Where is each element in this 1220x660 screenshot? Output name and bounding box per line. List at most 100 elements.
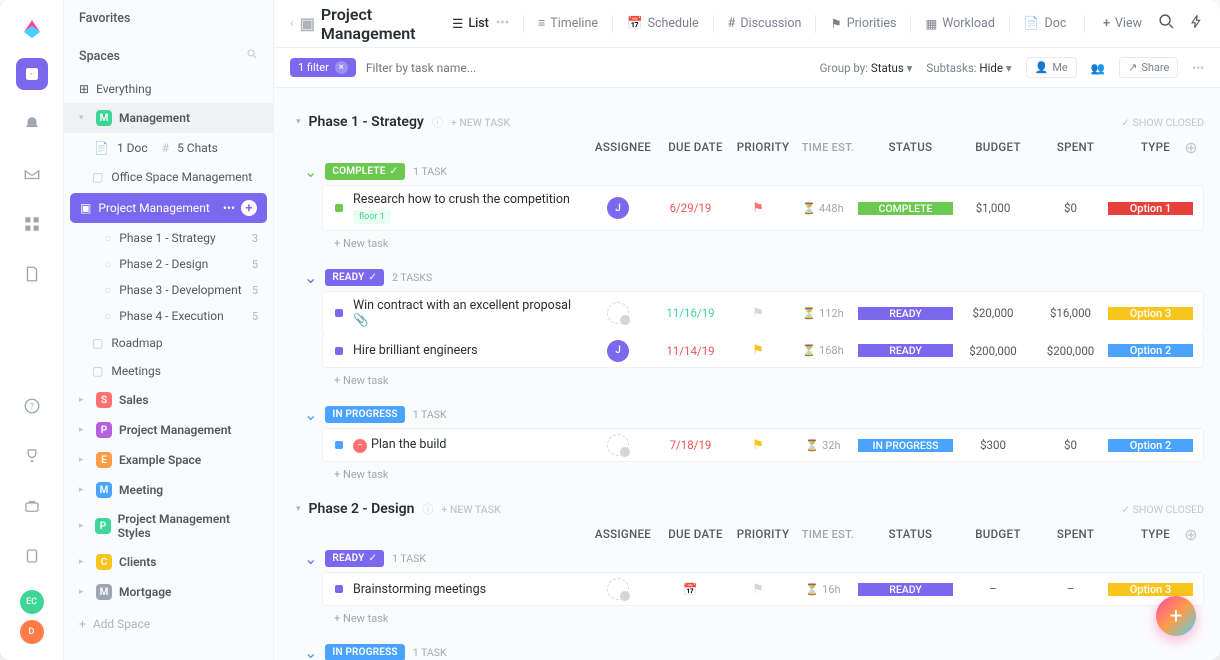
view-tab-workload[interactable]: ▦ Workload: [915, 10, 1004, 38]
status-cell[interactable]: READY: [858, 307, 953, 320]
space-row[interactable]: ▸ C Clients: [64, 547, 273, 577]
new-task-link[interactable]: + NEW TASK: [441, 503, 500, 516]
time-estimate[interactable]: ⏳ 32h: [788, 439, 858, 452]
time-estimate[interactable]: ⏳ 16h: [788, 583, 858, 596]
assignees-icon[interactable]: 👥: [1091, 61, 1105, 75]
add-space-button[interactable]: + Add Space: [64, 607, 273, 641]
collapse-group-icon[interactable]: ⌄: [304, 405, 317, 424]
view-tab-timeline[interactable]: ≡ Timeline: [528, 10, 608, 37]
plus-icon[interactable]: +: [241, 200, 257, 216]
add-column-icon[interactable]: ⊕: [1184, 525, 1198, 544]
new-task-link[interactable]: + New task: [290, 231, 1204, 256]
task-tag[interactable]: floor 1: [353, 210, 391, 224]
status-badge[interactable]: IN PROGRESS: [325, 644, 404, 660]
collapse-group-icon[interactable]: ⌄: [304, 268, 317, 287]
collapse-phase-icon[interactable]: ▾: [296, 504, 301, 514]
budget-cell[interactable]: $300: [953, 438, 1033, 452]
collapse-group-icon[interactable]: ⌄: [304, 549, 317, 568]
budget-cell[interactable]: $1,000: [953, 201, 1033, 215]
nav-grid-icon[interactable]: [16, 208, 48, 240]
nav-trophy-icon[interactable]: [16, 440, 48, 472]
view-tab-priorities[interactable]: ⚑ Priorities: [820, 10, 906, 38]
share-button[interactable]: ↗Share: [1119, 57, 1178, 78]
due-date[interactable]: 6/29/19: [670, 201, 712, 215]
spaces-section[interactable]: Spaces: [64, 37, 273, 75]
spent-cell[interactable]: $0: [1033, 438, 1108, 452]
subtasks-control[interactable]: Subtasks: Hide ▾: [926, 61, 1011, 75]
nav-briefcase-icon[interactable]: [16, 490, 48, 522]
space-row[interactable]: ▸ E Example Space: [64, 445, 273, 475]
due-date[interactable]: 11/16/19: [666, 306, 714, 320]
status-cell[interactable]: IN PROGRESS: [858, 439, 953, 452]
avatar[interactable]: EC: [20, 590, 44, 614]
assignee-empty[interactable]: [607, 434, 629, 456]
filter-pill[interactable]: 1 filter ×: [290, 58, 356, 77]
group-by-control[interactable]: Group by: Status ▾: [820, 61, 913, 75]
attachment-icon[interactable]: 📎: [353, 313, 369, 328]
search-icon[interactable]: [1158, 13, 1175, 34]
type-cell[interactable]: Option 1: [1108, 202, 1193, 215]
status-badge[interactable]: READY ✓: [325, 550, 384, 567]
status-badge[interactable]: IN PROGRESS: [325, 406, 404, 423]
space-row[interactable]: ▸ P Project Management Styles: [64, 505, 273, 547]
time-estimate[interactable]: ⏳ 168h: [788, 344, 858, 357]
priority-flag-icon[interactable]: ⚑: [752, 343, 764, 358]
due-date[interactable]: 7/18/19: [670, 438, 712, 452]
priority-flag-icon[interactable]: ⚑: [752, 438, 764, 453]
add-column-icon[interactable]: ⊕: [1184, 138, 1198, 157]
folder-office-space[interactable]: ▢ Office Space Management: [64, 163, 273, 191]
spent-cell[interactable]: $200,000: [1033, 344, 1108, 358]
priority-flag-icon[interactable]: ⚑: [752, 201, 764, 216]
task-row[interactable]: Research how to crush the competition fl…: [322, 185, 1204, 231]
assignee-empty[interactable]: [607, 302, 629, 324]
space-row[interactable]: ▸ P Project Management: [64, 415, 273, 445]
task-row[interactable]: Win contract with an excellent proposal …: [322, 291, 1204, 335]
docs-chats-row[interactable]: 📄 1 Doc # 5 Chats: [64, 133, 273, 163]
type-cell[interactable]: Option 2: [1108, 439, 1193, 452]
task-row[interactable]: Brainstorming meetings 📅 ⚑ ⏳ 16h READY –…: [322, 572, 1204, 606]
spent-cell[interactable]: $0: [1033, 201, 1108, 215]
type-cell[interactable]: Option 3: [1108, 307, 1193, 320]
sidebar-phase[interactable]: ○ Phase 4 - Execution 5: [64, 303, 273, 329]
fab-new-task[interactable]: +: [1156, 596, 1196, 636]
view-tab-schedule[interactable]: 📅 Schedule: [617, 10, 709, 37]
budget-cell[interactable]: $20,000: [953, 306, 1033, 320]
filter-input[interactable]: [366, 61, 526, 75]
space-row[interactable]: ▸ M Meeting: [64, 475, 273, 505]
collapse-sidebar-icon[interactable]: ‹: [290, 16, 294, 31]
time-estimate[interactable]: ⏳ 448h: [788, 202, 858, 215]
space-management[interactable]: ▾ M Management: [64, 103, 273, 133]
everything-row[interactable]: ⊞ Everything: [64, 75, 273, 103]
show-closed-button[interactable]: ✓ SHOW CLOSED: [1121, 116, 1204, 129]
sidebar-phase[interactable]: ○ Phase 1 - Strategy 3: [64, 225, 273, 251]
view-tab-doc[interactable]: 📄 Doc: [1014, 10, 1076, 37]
space-row[interactable]: ▸ M Mortgage: [64, 577, 273, 607]
new-task-link[interactable]: + New task: [290, 462, 1204, 487]
nav-bell-icon[interactable]: [16, 108, 48, 140]
view-tab-discussion[interactable]: # Discussion: [718, 10, 812, 37]
collapse-group-icon[interactable]: ⌄: [304, 162, 317, 181]
budget-cell[interactable]: –: [953, 582, 1033, 596]
more-icon[interactable]: •••: [1192, 61, 1204, 75]
status-cell[interactable]: COMPLETE: [858, 202, 953, 215]
collapse-group-icon[interactable]: ⌄: [304, 643, 317, 660]
nav-doc-icon[interactable]: [16, 258, 48, 290]
app-logo[interactable]: [20, 16, 44, 40]
assignee-avatar[interactable]: J: [607, 197, 629, 219]
new-task-link[interactable]: + New task: [290, 606, 1204, 631]
nav-clipboard-icon[interactable]: [16, 540, 48, 572]
folder-project-management[interactable]: ▣ Project Management ••• +: [70, 193, 267, 223]
avatar[interactable]: D: [20, 620, 44, 644]
more-icon[interactable]: •••: [496, 16, 509, 31]
spent-cell[interactable]: $16,000: [1033, 306, 1108, 320]
clear-filter-icon[interactable]: ×: [335, 61, 348, 74]
view-tab-list[interactable]: ☰ List •••: [442, 10, 519, 38]
priority-flag-icon[interactable]: ⚑: [752, 582, 764, 597]
new-task-link[interactable]: + New task: [290, 368, 1204, 393]
user-avatar-stack[interactable]: EC D: [20, 590, 44, 644]
automation-icon[interactable]: [1189, 14, 1204, 33]
search-icon[interactable]: [246, 48, 258, 64]
more-icon[interactable]: •••: [223, 201, 235, 215]
info-icon[interactable]: ⓘ: [432, 114, 443, 130]
nav-inbox-icon[interactable]: [16, 158, 48, 190]
